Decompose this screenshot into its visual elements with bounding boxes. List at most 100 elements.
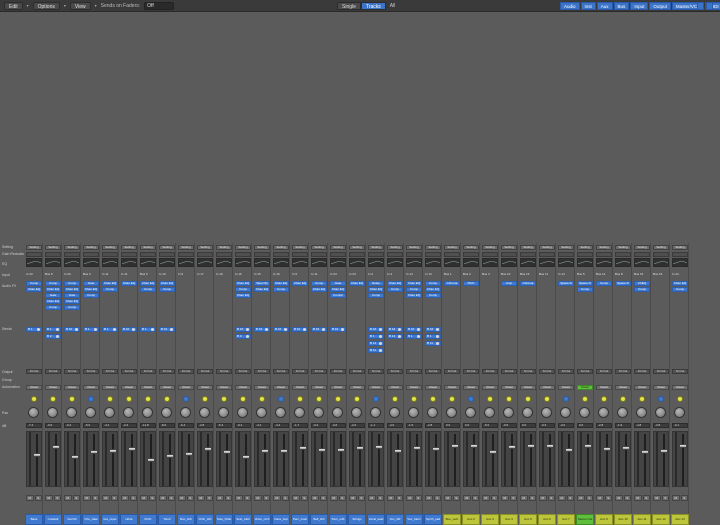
volume-fader[interactable] [109, 449, 117, 453]
pan-knob[interactable] [313, 407, 324, 418]
channel-name[interactable]: Tom2 [158, 514, 176, 525]
solo-button[interactable]: S [53, 495, 61, 501]
audio-fx-slot[interactable]: Space D [615, 281, 631, 286]
send-level-knob[interactable] [56, 328, 59, 331]
pan-knob[interactable] [636, 407, 647, 418]
solo-button[interactable]: S [623, 495, 631, 501]
audio-fx-slot[interactable]: Chan EQ [330, 287, 346, 292]
mute-button[interactable]: M [235, 495, 243, 501]
input-slot[interactable]: Bus 3 [83, 272, 99, 276]
setting-button[interactable]: Setting [387, 245, 403, 250]
channel-name[interactable]: Bell_Hth [310, 514, 328, 525]
eq-thumbnail[interactable] [463, 258, 479, 267]
automation-mode-button[interactable]: Read [406, 385, 422, 390]
layout-icon[interactable] [697, 2, 704, 10]
setting-button[interactable]: Setting [520, 245, 536, 250]
volume-fader[interactable] [71, 455, 79, 459]
audio-fx-slot[interactable]: Comp [26, 281, 42, 286]
output-slot[interactable]: St Out [672, 369, 688, 374]
pan-knob[interactable] [427, 407, 438, 418]
send-slot[interactable]: B 10 [64, 327, 80, 332]
audio-fx-slot[interactable]: Comp [596, 281, 612, 286]
volume-fader[interactable] [584, 444, 592, 448]
audio-fx-slot[interactable]: Comp [64, 281, 80, 286]
volume-fader[interactable] [660, 449, 668, 453]
send-slot[interactable]: B 10 [121, 327, 137, 332]
setting-button[interactable]: Setting [463, 245, 479, 250]
output-slot[interactable]: St Out [349, 369, 365, 374]
pan-knob[interactable] [674, 407, 685, 418]
setting-button[interactable]: Setting [26, 245, 42, 250]
volume-fader[interactable] [527, 444, 535, 448]
setting-button[interactable]: Setting [140, 245, 156, 250]
mute-button[interactable]: M [577, 495, 585, 501]
pan-knob[interactable] [655, 407, 666, 418]
group-indicator[interactable] [658, 396, 664, 402]
send-slot[interactable]: B 16 [311, 327, 327, 332]
automation-mode-button[interactable]: Read [216, 385, 232, 390]
setting-button[interactable]: Setting [330, 245, 346, 250]
send-slot[interactable]: B 16 [235, 327, 251, 332]
audio-fx-slot[interactable]: Comp [159, 287, 175, 292]
solo-button[interactable]: S [528, 495, 536, 501]
audio-fx-slot[interactable]: Chan EQ [102, 281, 118, 286]
volume-fader[interactable] [603, 447, 611, 451]
pan-knob[interactable] [465, 407, 476, 418]
options-menu[interactable]: Options [32, 1, 60, 10]
channel-name[interactable]: Solo_tuttri [234, 514, 252, 525]
input-slot[interactable]: In 11 [102, 272, 118, 276]
audio-fx-slot[interactable]: Chan EQ [425, 287, 441, 292]
output-slot[interactable]: St Out [64, 369, 80, 374]
filter-audio-button[interactable]: Audio [560, 2, 580, 10]
input-slot[interactable]: Bus 1 [444, 272, 460, 276]
solo-button[interactable]: S [604, 495, 612, 501]
solo-button[interactable]: S [110, 495, 118, 501]
mute-button[interactable]: M [197, 495, 205, 501]
mute-button[interactable]: M [387, 495, 395, 501]
send-level-knob[interactable] [417, 335, 420, 338]
channel-name[interactable]: Strings [348, 514, 366, 525]
volume-fader[interactable] [375, 445, 383, 449]
send-slot[interactable]: B 16 [330, 327, 346, 332]
solo-button[interactable]: S [471, 495, 479, 501]
input-slot[interactable]: In 6 [292, 272, 308, 276]
audio-fx-slot[interactable]: Chan EQ [292, 281, 308, 286]
setting-button[interactable]: Setting [672, 245, 688, 250]
send-slot[interactable]: B 11 [368, 348, 384, 353]
automation-mode-button[interactable]: Read [387, 385, 403, 390]
solo-button[interactable]: S [34, 495, 42, 501]
audio-fx-slot[interactable]: Chan EQ [26, 287, 42, 292]
pan-knob[interactable] [85, 407, 96, 418]
mute-button[interactable]: M [596, 495, 604, 501]
setting-button[interactable]: Setting [102, 245, 118, 250]
channel-name[interactable]: Aux 2 [462, 514, 480, 525]
audio-fx-slot[interactable]: Chan EQ [64, 287, 80, 292]
eq-thumbnail[interactable] [292, 258, 308, 267]
send-level-knob[interactable] [151, 328, 154, 331]
send-slot[interactable]: B 11 [425, 341, 441, 346]
channel-name[interactable]: Rev_Hth [177, 514, 195, 525]
automation-mode-button[interactable]: Read [26, 385, 42, 390]
volume-fader[interactable] [204, 447, 212, 451]
mute-button[interactable]: M [64, 495, 72, 501]
channel-name[interactable]: KICK [139, 514, 157, 525]
automation-mode-button[interactable]: Read [558, 385, 574, 390]
group-indicator[interactable] [354, 396, 360, 402]
automation-mode-button[interactable]: Read [140, 385, 156, 390]
send-slot[interactable]: B 10 [292, 327, 308, 332]
send-level-knob[interactable] [398, 335, 401, 338]
output-slot[interactable]: St Out [330, 369, 346, 374]
input-slot[interactable]: In 24 [349, 272, 365, 276]
audio-fx-slot[interactable]: Chan EQ [254, 287, 270, 292]
solo-button[interactable]: S [319, 495, 327, 501]
automation-mode-button[interactable]: Read [349, 385, 365, 390]
volume-fader[interactable] [679, 444, 687, 448]
eq-thumbnail[interactable] [83, 258, 99, 267]
automation-mode-button[interactable]: Read [425, 385, 441, 390]
audio-fx-slot[interactable]: Chan EQ [140, 281, 156, 286]
output-slot[interactable]: St Out [596, 369, 612, 374]
group-indicator[interactable] [316, 396, 322, 402]
output-slot[interactable]: St Out [254, 369, 270, 374]
output-slot[interactable]: St Out [102, 369, 118, 374]
input-slot[interactable]: Bus 13 [520, 272, 536, 276]
